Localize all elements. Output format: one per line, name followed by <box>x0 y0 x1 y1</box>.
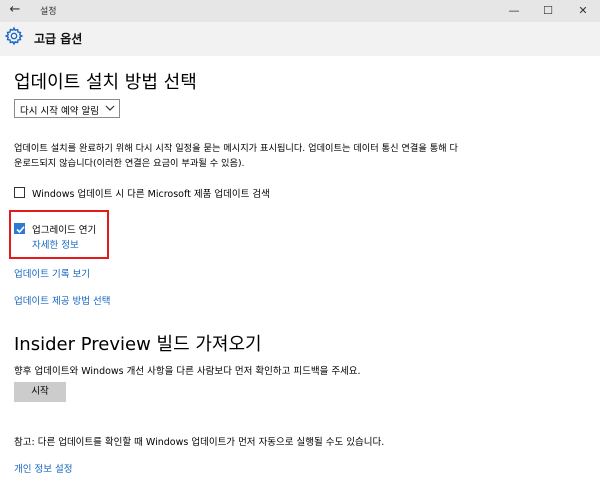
install-description-line-2: 운로드되지 않습니다(이러한 연결은 요금이 부과될 수 있음). <box>14 158 245 169</box>
install-description-line-1: 업데이트 설치를 완료하기 위해 다시 시작 일정을 묻는 메시지가 표시됩니다… <box>14 143 458 154</box>
window-title: 설정 <box>40 7 57 17</box>
more-info-link[interactable]: 자세한 정보 <box>32 237 79 251</box>
minimize-button[interactable]: — <box>497 0 531 22</box>
insider-description: 향후 업데이트와 Windows 개선 사항을 다른 사람보다 먼저 확인하고 … <box>14 366 361 377</box>
checkmark-icon <box>16 226 25 234</box>
update-history-link[interactable]: 업데이트 기록 보기 <box>14 266 90 280</box>
dropdown-value: 다시 시작 예약 알림 <box>20 106 99 117</box>
microsoft-updates-checkbox[interactable] <box>14 187 25 198</box>
back-arrow-icon[interactable]: ← <box>6 1 24 19</box>
defer-upgrades-label: 업그레이드 연기 <box>32 225 97 236</box>
gear-icon <box>4 26 24 46</box>
defer-upgrades-checkbox[interactable] <box>14 223 25 234</box>
maximize-button[interactable]: ☐ <box>531 0 565 22</box>
start-button[interactable]: 시작 <box>14 382 66 402</box>
delivery-method-link[interactable]: 업데이트 제공 방법 선택 <box>14 293 110 307</box>
insider-preview-heading: Insider Preview 빌드 가져오기 <box>14 334 262 355</box>
install-description: 업데이트 설치를 완료하기 위해 다시 시작 일정을 묻는 메시지가 표시됩니다… <box>14 141 504 171</box>
title-bar: ← 설정 — ☐ ✕ <box>0 0 600 22</box>
privacy-settings-link[interactable]: 개인 정보 설정 <box>14 461 72 475</box>
close-button[interactable]: ✕ <box>566 0 600 22</box>
microsoft-updates-label: Windows 업데이트 시 다른 Microsoft 제품 업데이트 검색 <box>32 189 270 200</box>
page-header: 고급 옵션 <box>0 22 600 56</box>
page-title: 고급 옵션 <box>34 32 83 46</box>
chevron-down-icon <box>105 105 115 111</box>
install-method-heading: 업데이트 설치 방법 선택 <box>14 72 197 93</box>
note-text: 참고: 다른 업데이트를 확인할 때 Windows 업데이트가 먼저 자동으로… <box>14 437 385 448</box>
restart-option-dropdown[interactable]: 다시 시작 예약 알림 <box>14 99 120 118</box>
